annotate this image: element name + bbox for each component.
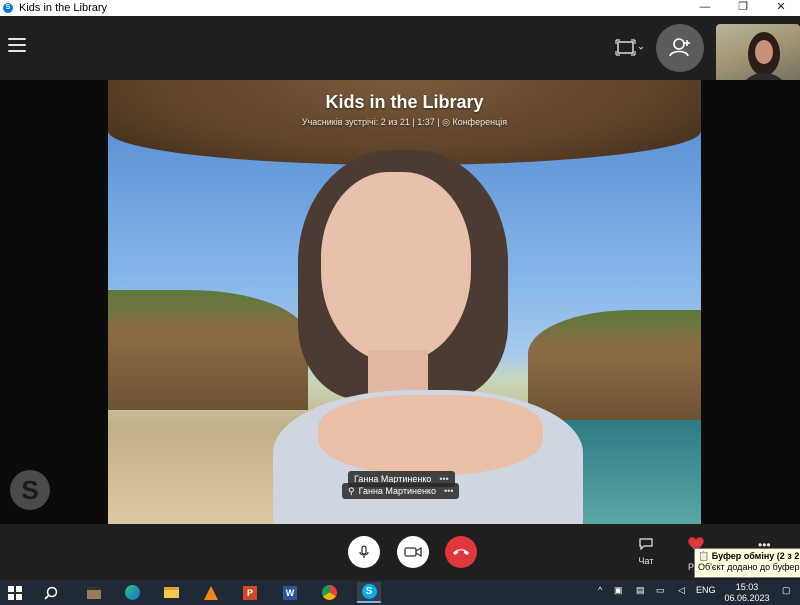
end-call-button[interactable] — [445, 536, 477, 568]
skype-icon[interactable]: S — [357, 582, 381, 603]
window-title-bar: S Kids in the Library — ❐ ✕ — [0, 0, 800, 16]
call-controls-bar: Чат Р ••• — [0, 524, 800, 580]
hamburger-menu-icon[interactable] — [8, 38, 26, 54]
notification-title: Буфер обміну (2 з 2 — [711, 551, 800, 561]
participant-name-tag-muted[interactable]: ⚲ Ганна Мартиненко ••• — [342, 483, 460, 499]
video-stage: Kids in the Library Учасників зустрічі: … — [0, 80, 800, 524]
skype-app-icon: S — [3, 3, 13, 13]
tray-clipboard-icon[interactable]: ▤ — [636, 585, 645, 596]
clapperboard-icon[interactable] — [83, 582, 105, 603]
notifications-icon[interactable]: ▢ — [782, 585, 791, 596]
call-subtitle: Учасників зустрічі: 2 из 21 | 1:37 | ◎ К… — [301, 117, 508, 127]
maximize-button[interactable]: ❐ — [724, 0, 762, 16]
self-video-preview[interactable] — [716, 24, 800, 88]
microphone-button[interactable] — [348, 536, 380, 568]
chat-icon — [639, 538, 653, 551]
chat-button[interactable]: Чат — [628, 538, 664, 566]
edge-icon[interactable] — [121, 582, 143, 603]
network-icon[interactable]: ▭ — [656, 585, 665, 596]
tray-chevron-icon[interactable]: ^ — [598, 585, 602, 595]
camera-button[interactable] — [397, 536, 429, 568]
skype-logo-icon: S — [10, 470, 50, 510]
clock-date: 06.06.2023 — [724, 593, 770, 603]
clipboard-icon: 📋 — [698, 551, 710, 561]
input-language[interactable]: ENG — [696, 585, 716, 595]
add-participant-button[interactable] — [656, 24, 704, 72]
more-options-icon[interactable]: ••• — [444, 486, 453, 496]
add-person-icon — [669, 38, 690, 57]
call-top-bar — [0, 16, 800, 88]
participant-figure — [273, 150, 583, 524]
minimize-button[interactable]: — — [686, 0, 724, 16]
file-explorer-icon[interactable] — [160, 582, 182, 603]
notification-body: Об'єкт додано до буфер — [698, 562, 800, 572]
clock-time: 15:03 — [735, 582, 759, 592]
video-camera-icon — [404, 546, 422, 558]
microphone-icon — [359, 545, 369, 558]
window-title: Kids in the Library — [19, 2, 108, 14]
chat-label: Чат — [638, 556, 654, 566]
word-icon[interactable]: W — [279, 582, 301, 603]
layout-switch-icon[interactable] — [615, 38, 645, 58]
participant-name: Ганна Мартиненко — [358, 486, 436, 496]
tray-apps-icon[interactable]: ▣ — [614, 585, 623, 596]
search-icon[interactable] — [40, 582, 62, 603]
clipboard-notification[interactable]: 📋 Буфер обміну (2 з 2 Об'єкт додано до б… — [694, 548, 800, 578]
mic-muted-icon: ⚲ — [348, 486, 355, 496]
self-video-icon — [742, 32, 786, 88]
vlc-icon[interactable] — [200, 582, 222, 603]
windows-taskbar: P W S ^ ▣ ▤ ▭ ◁ ENG 15:03 06.06.2023 ▢ — [0, 580, 800, 605]
participant-video — [108, 80, 701, 524]
hang-up-icon — [453, 549, 469, 555]
powerpoint-icon[interactable]: P — [239, 582, 261, 603]
volume-icon[interactable]: ◁ — [678, 585, 685, 596]
close-button[interactable]: ✕ — [762, 0, 800, 16]
system-clock[interactable]: 15:03 06.06.2023 — [722, 582, 772, 604]
call-title: Kids in the Library — [325, 92, 484, 112]
start-icon[interactable] — [4, 582, 26, 603]
chrome-icon[interactable] — [318, 582, 340, 603]
